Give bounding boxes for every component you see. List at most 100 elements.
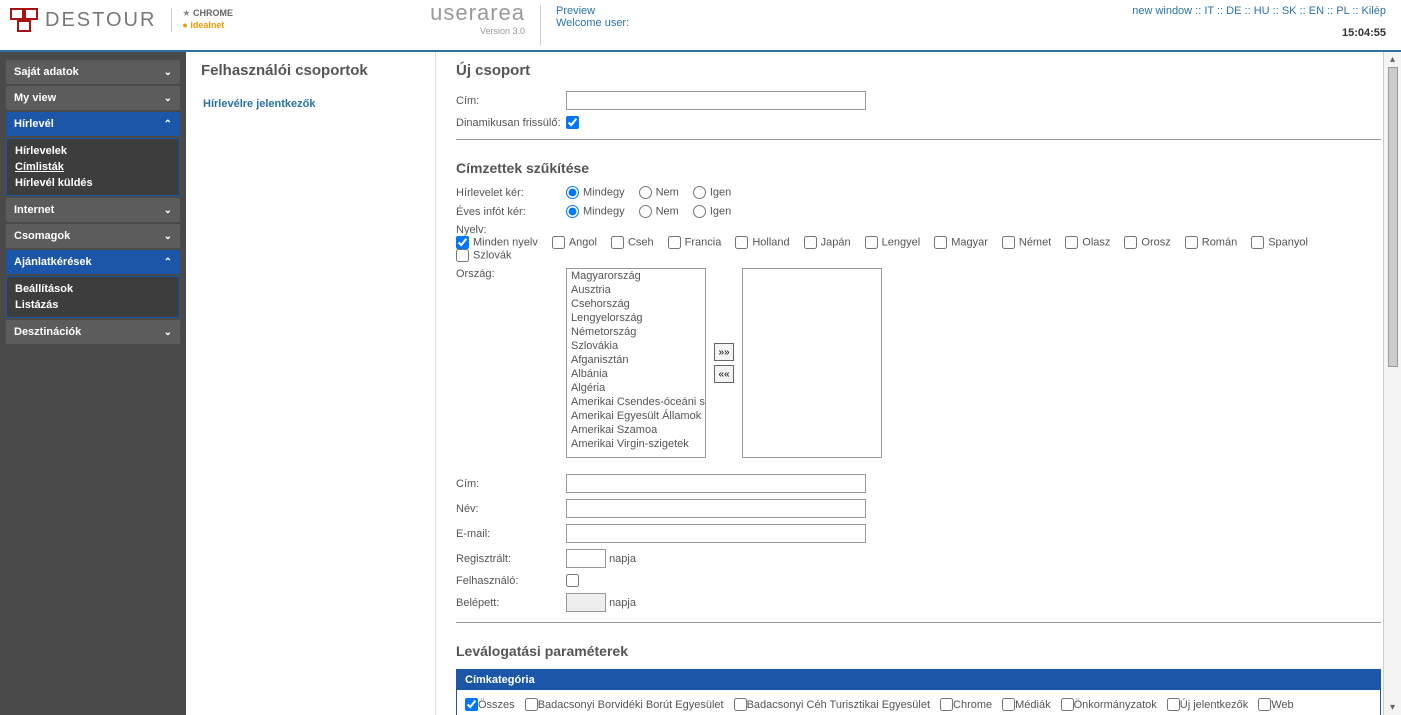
row-regisztralt: Regisztrált: napja [456,549,1381,568]
radio-nem-1[interactable]: Nem [639,186,679,199]
row-evesinfo: Éves infót kér: Mindegy Nem Igen [456,205,1381,218]
lang-checkbox-német[interactable]: Német [1002,236,1051,249]
logo-area: DESTOUR ★ CHROME ● idealnet [0,0,415,40]
cat-checkbox-2[interactable]: Badacsonyi Céh Turisztikai Egyesület [734,698,930,711]
userarea-block: userarea Version 3.0 [415,0,525,36]
sublogos: ★ CHROME ● idealnet [171,8,233,31]
cat-checkbox-7[interactable]: Web [1258,698,1293,711]
country-option[interactable]: Amerikai Szamoa [567,423,705,437]
lang-checkbox-lengyel[interactable]: Lengyel [865,236,921,249]
country-option[interactable]: Lengyelország [567,311,705,325]
lang-checkbox-orosz[interactable]: Orosz [1124,236,1170,249]
scroll-down-icon[interactable]: ▾ [1390,702,1395,713]
move-left-button[interactable]: «« [714,365,734,383]
lang-checkbox-szlovák[interactable]: Szlovák [456,249,512,262]
lang-checkbox-japán[interactable]: Japán [804,236,851,249]
logo-text: DESTOUR [45,9,156,32]
belepett-label: Belépett: [456,597,566,609]
cat-checkbox-1[interactable]: Badacsonyi Borvidéki Borút Egyesület [525,698,724,711]
lang-de[interactable]: DE [1226,5,1241,17]
country-target-list[interactable] [742,268,882,458]
felhasznalo-checkbox[interactable] [566,574,579,587]
lang-it[interactable]: IT [1204,5,1214,17]
main-area: Saját adatok⌄ My view⌄ Hírlevél⌃ Hírleve… [0,52,1401,715]
lang-checkbox-holland[interactable]: Holland [735,236,789,249]
cim-input[interactable] [566,91,866,110]
radio-igen-1[interactable]: Igen [693,186,731,199]
move-right-button[interactable]: »» [714,343,734,361]
sidebar-my-view[interactable]: My view⌄ [6,86,180,110]
evesinfo-label: Éves infót kér: [456,206,566,218]
chevron-down-icon: ⌄ [164,205,172,216]
nev-input[interactable] [566,499,866,518]
lang-checkbox-minden-nyelv[interactable]: Minden nyelv [456,236,538,249]
lang-en[interactable]: EN [1309,5,1324,17]
sidebar-cimlistak[interactable]: Címlisták [10,159,176,175]
country-option[interactable]: Amerikai Egyesült Államok [567,409,705,423]
dinamikus-checkbox[interactable] [566,116,579,129]
sidebar-hirlevel[interactable]: Hírlevél⌃ [6,112,180,136]
country-option[interactable]: Csehország [567,297,705,311]
sidebar-sajat-adatok[interactable]: Saját adatok⌄ [6,60,180,84]
group-item[interactable]: Hírlevélre jelentkezők [201,94,420,114]
move-buttons: »» «« [714,343,734,383]
sidebar-hirlevelek[interactable]: Hírlevelek [10,143,176,159]
lang-sk[interactable]: SK [1282,5,1297,17]
cat-checkbox-3[interactable]: Chrome [940,698,992,711]
scrollbar-thumb[interactable] [1388,67,1398,367]
sidebar-csomagok[interactable]: Csomagok⌄ [6,224,180,248]
lang-checkbox-magyar[interactable]: Magyar [934,236,988,249]
cat-checkbox-6[interactable]: Új jelentkezők [1167,698,1248,711]
country-option[interactable]: Ausztria [567,283,705,297]
userarea-title: userarea [415,0,525,26]
cat-checkbox-0[interactable]: Összes [465,698,515,711]
dinamikus-label: Dinamikusan frissülő: [456,117,566,129]
sidebar-internet[interactable]: Internet⌄ [6,198,180,222]
country-option[interactable]: Szlovákia [567,339,705,353]
scroll-up-icon[interactable]: ▴ [1390,54,1395,65]
country-option[interactable]: Amerikai Csendes-óceáni s [567,395,705,409]
napja-text2: napja [609,597,636,609]
lang-pl[interactable]: PL [1336,5,1349,17]
cim2-input[interactable] [566,474,866,493]
country-source-list[interactable]: MagyarországAusztriaCsehországLengyelors… [566,268,706,458]
country-option[interactable]: Magyarország [567,269,705,283]
radio-igen-2[interactable]: Igen [693,205,731,218]
lang-checkbox-olasz[interactable]: Olasz [1065,236,1110,249]
nev-label: Név: [456,503,566,515]
chevron-down-icon: ⌄ [164,231,172,242]
email-input[interactable] [566,524,866,543]
lang-checkbox-cseh[interactable]: Cseh [611,236,654,249]
sidebar-desztinaciok[interactable]: Desztinációk⌄ [6,320,180,344]
preview-link[interactable]: Preview [556,5,595,17]
country-option[interactable]: Németország [567,325,705,339]
sidebar-listazas[interactable]: Listázás [10,297,176,313]
logout-link[interactable]: Kilép [1362,5,1386,17]
lang-checkbox-román[interactable]: Román [1185,236,1237,249]
new-window-link[interactable]: new window [1132,5,1192,17]
cat-checkbox-5[interactable]: Önkormányzatok [1061,698,1157,711]
row-hirlevelet: Hírlevelet kér: Mindegy Nem Igen [456,186,1381,199]
logo-main: DESTOUR [10,5,156,35]
country-option[interactable]: Amerikai Virgin-szigetek [567,437,705,451]
divider [540,5,541,45]
country-option[interactable]: Algéria [567,381,705,395]
sidebar-ajanlatkeresek[interactable]: Ajánlatkérések⌃ [6,250,180,274]
radio-nem-2[interactable]: Nem [639,205,679,218]
userarea-version: Version 3.0 [415,26,525,36]
regisztralt-input[interactable] [566,549,606,568]
logo-icon [10,5,40,35]
divider [456,622,1381,623]
outer-scrollbar[interactable]: ▴ ▾ [1383,52,1401,715]
lang-hu[interactable]: HU [1254,5,1270,17]
lang-checkbox-francia[interactable]: Francia [668,236,722,249]
cat-checkbox-4[interactable]: Médiák [1002,698,1050,711]
radio-mindegy-1[interactable]: Mindegy [566,186,625,199]
country-option[interactable]: Albánia [567,367,705,381]
sidebar-hirlevel-kuldes[interactable]: Hírlevél küldés [10,175,176,191]
lang-checkbox-angol[interactable]: Angol [552,236,597,249]
radio-mindegy-2[interactable]: Mindegy [566,205,625,218]
lang-checkbox-spanyol[interactable]: Spanyol [1251,236,1308,249]
sidebar-beallitasok[interactable]: Beállítások [10,281,176,297]
country-option[interactable]: Afganisztán [567,353,705,367]
